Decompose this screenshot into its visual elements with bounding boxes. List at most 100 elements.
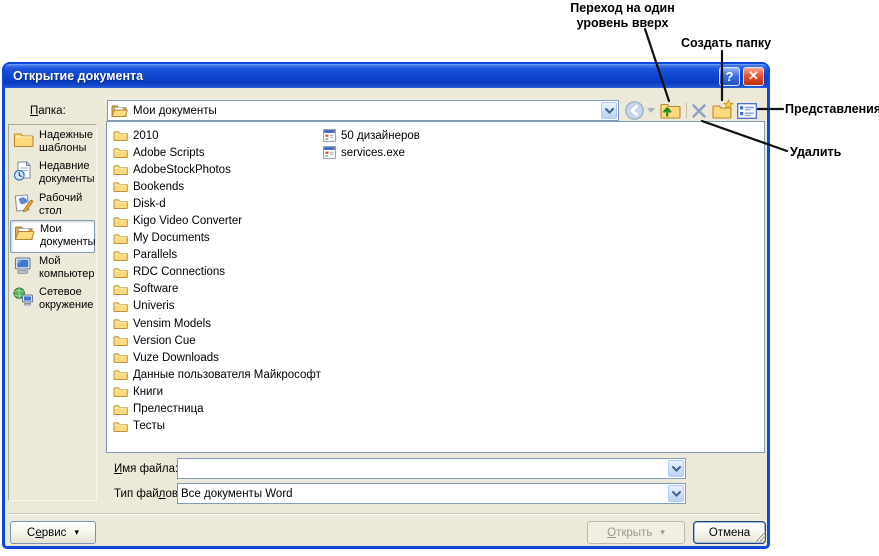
create-folder-icon[interactable] [711, 99, 735, 121]
places-sidebar: Надежные шаблоны Недавние документы Рабо… [8, 124, 97, 501]
file-name: RDC Connections [133, 266, 226, 279]
file-list-item[interactable]: Прелестница [111, 401, 321, 418]
callout-up-one-level-line2: уровень вверх [576, 16, 669, 30]
folder-icon [113, 146, 128, 159]
dialog-body: Папка: Мои документы Надежные шаблоны Не… [5, 88, 767, 546]
file-list-item[interactable]: 2010 [111, 127, 321, 144]
filetype-combobox[interactable]: Все документы Word [177, 483, 686, 504]
file-list[interactable]: 2010 Adobe Scripts AdobeStockPhotos Book… [106, 121, 765, 453]
open-document-dialog: Открытие документа ? ✕ Папка: Мои докуме… [2, 62, 770, 549]
file-name: Тесты [133, 420, 166, 433]
filename-combobox[interactable] [177, 458, 686, 479]
open-button[interactable]: Открыть ▾ [587, 521, 685, 544]
tools-button[interactable]: Сервис ▾ [10, 521, 96, 544]
callout-up-one-level-line1: Переход на один [570, 1, 675, 15]
dialog-title: Открытие документа [13, 69, 144, 83]
file-name: services.exe [341, 146, 405, 159]
open-button-label: Открыть [607, 526, 653, 539]
folder-combobox-arrow[interactable] [601, 102, 617, 119]
sidebar-item-desktop[interactable]: Рабочий стол [10, 190, 95, 220]
cancel-button-label: Отмена [708, 526, 751, 539]
program-column: 50 дизайнеров services.exe [321, 127, 420, 161]
folder-icon [113, 385, 128, 398]
file-list-item[interactable]: Software [111, 281, 321, 298]
sidebar-item-network[interactable]: Сетевое окружение [10, 284, 95, 314]
file-list-item[interactable]: 50 дизайнеров [321, 127, 420, 144]
filetype-combobox-value: Все документы Word [181, 487, 293, 500]
file-list-item[interactable]: Данные пользователя Майкрософт [111, 366, 321, 383]
my-computer-icon [13, 255, 35, 283]
folder-icon [113, 300, 128, 313]
file-list-item[interactable]: Vensim Models [111, 315, 321, 332]
file-name: Книги [133, 385, 164, 398]
folder-combobox-value: Мои документы [133, 104, 217, 117]
back-history-caret-icon[interactable] [646, 107, 655, 114]
file-name: Kigo Video Converter [133, 215, 243, 228]
folder-column: 2010 Adobe Scripts AdobeStockPhotos Book… [111, 127, 321, 435]
file-list-item[interactable]: Тесты [111, 418, 321, 435]
file-list-item[interactable]: Bookends [111, 178, 321, 195]
file-list-item[interactable]: RDC Connections [111, 264, 321, 281]
file-name: Vensim Models [133, 317, 211, 330]
file-list-item[interactable]: Adobe Scripts [111, 144, 321, 161]
sidebar-item-my-computer[interactable]: Мой компьютер [10, 253, 95, 283]
filename-label: Имя файла: [114, 463, 179, 475]
file-name: Adobe Scripts [133, 146, 205, 159]
file-name: My Documents [133, 232, 210, 245]
views-icon[interactable] [736, 102, 757, 119]
filetype-combobox-arrow[interactable] [668, 485, 684, 502]
file-list-item[interactable]: Vuze Downloads [111, 349, 321, 366]
network-icon [13, 286, 35, 314]
file-name: AdobeStockPhotos [133, 163, 231, 176]
folder-combobox[interactable]: Мои документы [107, 100, 619, 121]
file-list-item[interactable]: Книги [111, 383, 321, 400]
sidebar-item-recent-documents[interactable]: Недавние документы [10, 158, 95, 188]
sidebar-item-label: Сетевое окружение [39, 286, 94, 311]
file-list-item[interactable]: My Documents [111, 230, 321, 247]
file-name: Software [133, 283, 179, 296]
filetype-label: Тип файлов: [114, 488, 182, 500]
footer-divider [9, 513, 761, 515]
folder-icon [113, 249, 128, 262]
callout-create-folder: Создать папку [681, 36, 772, 50]
annotated-screenshot: Переход на один уровень вверх Создать па… [0, 0, 879, 556]
file-list-item[interactable]: Univeris [111, 298, 321, 315]
sidebar-item-label: Надежные шаблоны [39, 129, 93, 154]
file-list-item[interactable]: AdobeStockPhotos [111, 161, 321, 178]
sidebar-item-label: Рабочий стол [39, 192, 83, 217]
folder-icon [113, 368, 128, 381]
folder-icon [113, 420, 128, 433]
file-name: Univeris [133, 300, 175, 313]
file-list-item[interactable]: Disk-d [111, 195, 321, 212]
resize-grip[interactable] [753, 529, 766, 545]
filename-combobox-arrow[interactable] [668, 460, 684, 477]
delete-icon[interactable] [689, 101, 708, 120]
sidebar-item-label: Мой компьютер [39, 255, 95, 280]
back-icon[interactable] [624, 100, 645, 121]
file-list-item[interactable]: Kigo Video Converter [111, 212, 321, 229]
folder-icon [113, 351, 128, 364]
tools-button-label: Сервис [27, 526, 67, 539]
folder-icon [113, 334, 128, 347]
callout-views: Представления [785, 102, 879, 116]
up-one-level-icon[interactable] [659, 99, 682, 121]
sidebar-item-my-documents[interactable]: Мои документы [10, 220, 96, 253]
file-list-item[interactable]: Parallels [111, 247, 321, 264]
callout-delete: Удалить [790, 145, 842, 159]
file-name: Parallels [133, 249, 178, 262]
sidebar-item-trusted-templates[interactable]: Надежные шаблоны [10, 127, 95, 157]
help-button[interactable]: ? [719, 66, 740, 86]
file-name: 2010 [133, 129, 159, 142]
my-documents-icon [14, 223, 36, 252]
folder-icon [113, 163, 128, 176]
file-name: Прелестница [133, 403, 204, 416]
application-file-icon [323, 129, 336, 142]
folder-icon [113, 283, 128, 296]
toolbar-separator [686, 102, 687, 118]
file-list-item[interactable]: services.exe [321, 144, 420, 161]
file-list-item[interactable]: Version Cue [111, 332, 321, 349]
close-button[interactable]: ✕ [743, 66, 764, 86]
title-bar[interactable]: Открытие документа ? ✕ [4, 64, 768, 88]
file-name: Vuze Downloads [133, 351, 219, 364]
folder-icon [113, 129, 128, 142]
